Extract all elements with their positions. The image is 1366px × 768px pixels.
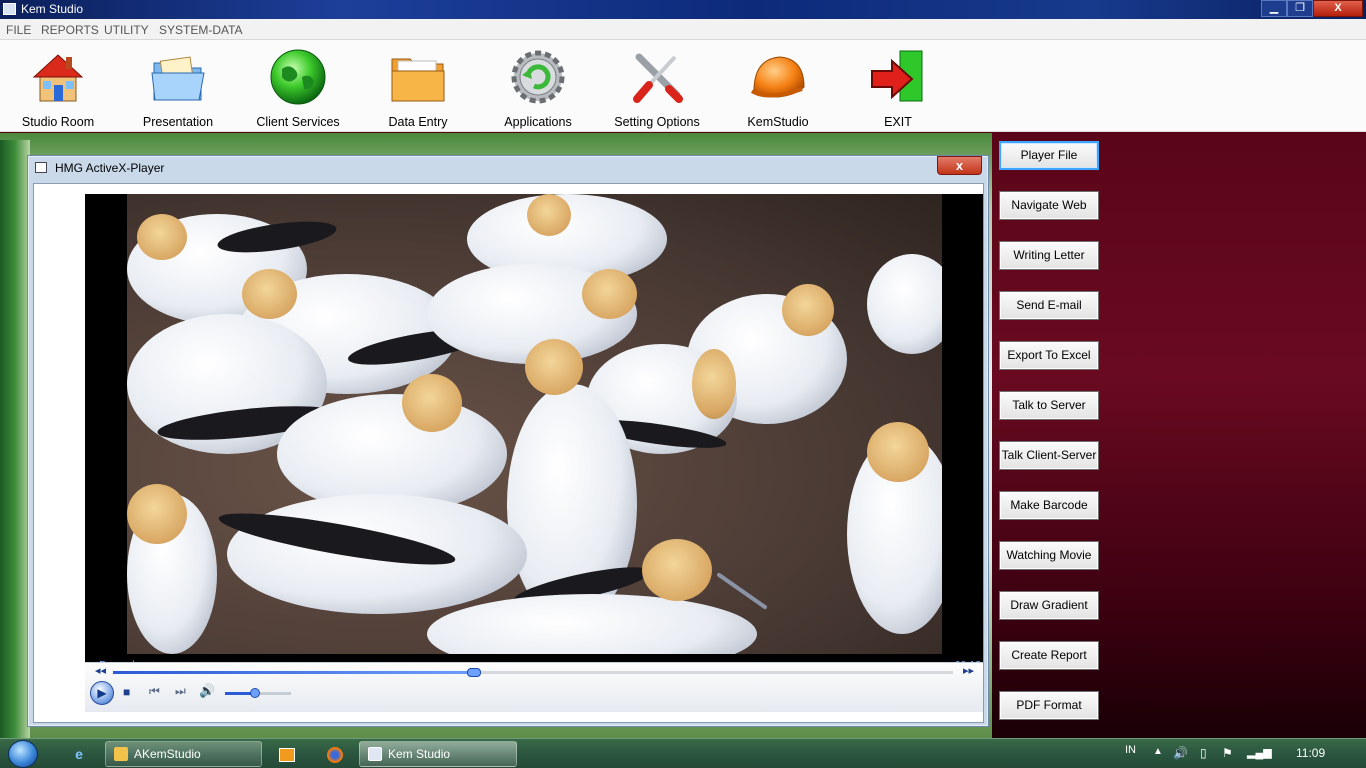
player-close-button[interactable]: x — [937, 156, 982, 175]
ie-icon[interactable]: e — [62, 741, 96, 767]
play-button[interactable]: ▶ — [90, 681, 114, 705]
tray-flag-icon[interactable]: ⚑ — [1222, 746, 1233, 760]
toolbar-data-entry[interactable]: Data Entry — [358, 44, 478, 130]
exit-door-icon — [871, 50, 923, 102]
volume-slider[interactable] — [225, 688, 291, 698]
folder-orange-icon — [391, 58, 445, 102]
side-button-talk-to-server[interactable]: Talk to Server — [999, 391, 1099, 420]
folder-blue-icon — [151, 56, 205, 101]
gear-refresh-icon — [511, 50, 565, 104]
app-window-icon — [368, 747, 382, 761]
start-button[interactable] — [8, 740, 38, 768]
toolbar-applications[interactable]: Applications — [478, 44, 598, 130]
toolbar-label: EXIT — [884, 115, 912, 129]
toolbar-label: Setting Options — [614, 115, 700, 129]
toolbar-label: Studio Room — [21, 115, 95, 129]
rewind-icon[interactable]: ◂◂ — [95, 664, 106, 677]
toolbar-kemstudio[interactable]: KemStudio — [718, 44, 838, 130]
menu-system-data[interactable]: SYSTEM-DATA — [159, 23, 243, 37]
side-button-talk-client-server[interactable]: Talk Client-Server — [999, 441, 1099, 470]
window-title: Kem Studio — [21, 2, 84, 16]
volume-slider-thumb[interactable] — [249, 688, 260, 698]
player-controls: ◂◂ ▸▸ ▶ ■ ⏮ ⏭ 🔊 — [85, 662, 983, 712]
folder-icon — [114, 747, 128, 761]
toolbar-label: Presentation — [142, 115, 214, 129]
side-button-draw-gradient[interactable]: Draw Gradient — [999, 591, 1099, 620]
language-indicator[interactable]: IN — [1125, 744, 1136, 756]
tray-expand-icon[interactable]: ▲ — [1153, 746, 1163, 757]
side-button-create-report[interactable]: Create Report — [999, 641, 1099, 670]
menu-reports[interactable]: REPORTS — [41, 23, 99, 37]
tools-icon — [633, 53, 683, 103]
play-icon: ▶ — [97, 686, 107, 700]
player-window-icon — [35, 162, 47, 173]
toolbar-label: Applications — [504, 115, 572, 129]
app-icon — [3, 3, 16, 15]
side-button-navigate-web[interactable]: Navigate Web — [999, 191, 1099, 220]
menu-file[interactable]: FILE — [6, 23, 31, 37]
tray-signal-icon[interactable]: ▂▄▆ — [1247, 746, 1272, 759]
video-frame — [127, 194, 942, 654]
toolbar-label: Data Entry — [388, 115, 448, 129]
side-button-watching-movie[interactable]: Watching Movie — [999, 541, 1099, 570]
taskbar-item-akemstudio[interactable]: AKemStudio — [105, 741, 262, 767]
seek-bar[interactable] — [113, 668, 953, 677]
fast-forward-icon[interactable]: ▸▸ — [963, 664, 974, 677]
taskbar-item-kem-studio[interactable]: Kem Studio — [359, 741, 517, 767]
hardhat-icon — [750, 56, 805, 98]
toolbar-studio-room[interactable]: Studio Room — [0, 44, 118, 130]
toolbar-exit[interactable]: EXIT — [838, 44, 958, 130]
window-titlebar: Kem Studio ▁ ❐ X — [0, 0, 1366, 19]
taskbar-item-label: AKemStudio — [134, 747, 201, 761]
close-button[interactable]: X — [1313, 0, 1363, 17]
seek-bar-fill — [113, 671, 475, 674]
main-toolbar: Studio Room Presentation Client Services… — [0, 40, 1366, 132]
side-button-writing-letter[interactable]: Writing Letter — [999, 241, 1099, 270]
menu-utility[interactable]: UTILITY — [104, 23, 149, 37]
taskbar: e AKemStudio Kem Studio IN ▲ 🔊 ▯ ⚑ ▂▄▆ 1… — [0, 738, 1366, 768]
globe-icon — [270, 49, 326, 105]
player-title: HMG ActiveX-Player — [55, 161, 165, 175]
side-button-send-e-mail[interactable]: Send E-mail — [999, 291, 1099, 320]
toolbar-label: Client Services — [256, 115, 340, 129]
seek-bar-thumb[interactable] — [467, 668, 482, 677]
firefox-icon[interactable] — [318, 741, 352, 767]
side-button-export-to-excel[interactable]: Export To Excel — [999, 341, 1099, 370]
tray-volume-icon[interactable]: 🔊 — [1173, 746, 1188, 760]
toolbar-client-services[interactable]: Client Services — [238, 44, 358, 130]
previous-icon[interactable]: ⏮ — [149, 684, 160, 699]
stop-icon[interactable]: ■ — [123, 685, 130, 699]
toolbar-label: KemStudio — [747, 115, 809, 129]
menu-bar: FILE REPORTS UTILITY SYSTEM-DATA — [0, 19, 1366, 40]
volume-icon[interactable]: 🔊 — [199, 683, 215, 699]
minimize-button[interactable]: ▁ — [1261, 0, 1287, 17]
maximize-button[interactable]: ❐ — [1287, 0, 1313, 17]
player-client-area: Paused 00:12 ◂◂ ▸▸ ▶ ■ ⏮ ⏭ 🔊 — [33, 183, 984, 723]
video-display[interactable]: Paused 00:12 — [85, 194, 983, 672]
media-player-icon[interactable] — [270, 741, 304, 767]
side-button-pdf-format[interactable]: PDF Format — [999, 691, 1099, 720]
side-button-make-barcode[interactable]: Make Barcode — [999, 491, 1099, 520]
toolbar-presentation[interactable]: Presentation — [118, 44, 238, 130]
next-icon[interactable]: ⏭ — [175, 684, 186, 699]
player-window: HMG ActiveX-Player x ◂◂ ▸▸ ▶ ■ ⏮ ⏭ 🔊 — [27, 155, 989, 727]
toolbar-setting-options[interactable]: Setting Options — [597, 44, 717, 130]
side-button-player-file[interactable]: Player File — [999, 141, 1099, 170]
house-icon — [32, 54, 84, 102]
tray-battery-icon[interactable]: ▯ — [1200, 746, 1207, 760]
taskbar-clock[interactable]: 11:09 — [1296, 746, 1325, 760]
taskbar-item-label: Kem Studio — [388, 747, 451, 761]
background-leaf — [0, 140, 30, 740]
